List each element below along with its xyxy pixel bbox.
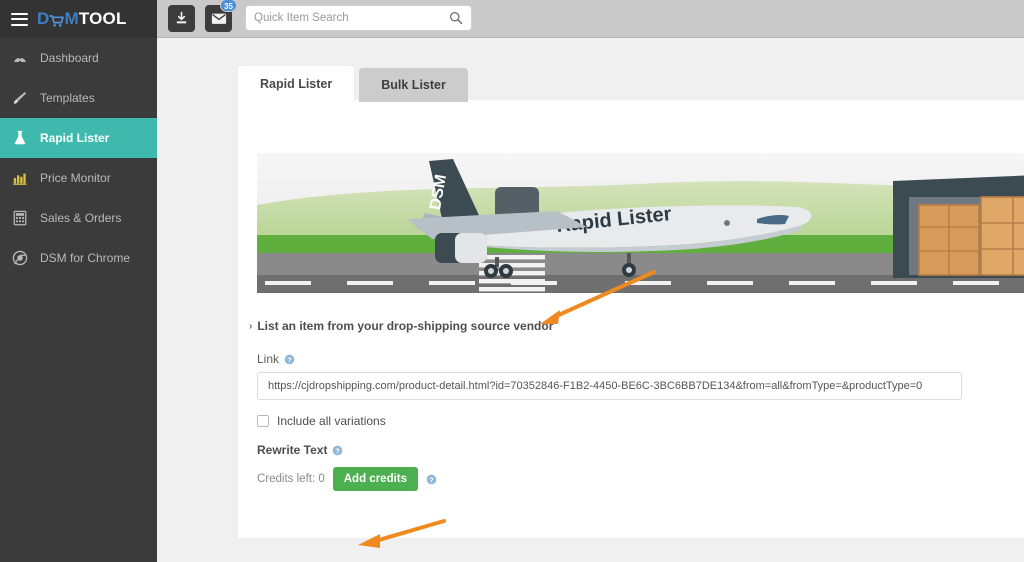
svg-text:?: ? (287, 355, 292, 364)
main-content-area: Rapid Lister Bulk Lister DSM Rapid Liste… (157, 38, 1024, 562)
quick-search-box[interactable] (245, 5, 472, 31)
rewrite-text-label: Rewrite Text (257, 443, 328, 457)
sidebar-item-label: Price Monitor (40, 171, 111, 185)
flask-icon (12, 130, 28, 146)
calculator-grid-icon (12, 210, 28, 226)
tab-label: Rapid Lister (260, 77, 333, 91)
rapid-lister-form: Link ? Include all variations Rewrite Te… (257, 352, 1017, 491)
credits-row: Credits left: 0 Add credits ? (257, 467, 1017, 491)
hamburger-menu-icon[interactable] (11, 12, 28, 26)
svg-text:?: ? (429, 475, 434, 484)
question-mark-circle-icon[interactable]: ? (426, 474, 437, 485)
messages-count-badge: 35 (220, 0, 237, 12)
sidebar-item-label: Dashboard (40, 51, 99, 65)
sidebar-item-templates[interactable]: Templates (0, 78, 157, 118)
tab-rapid-lister[interactable]: Rapid Lister (238, 66, 355, 102)
logo-letter-d: D (37, 9, 50, 28)
collapsible-section-label: List an item from your drop-shipping sou… (257, 319, 554, 333)
svg-text:?: ? (336, 446, 341, 455)
product-link-input[interactable] (257, 372, 962, 400)
lister-tabs: Rapid Lister Bulk Lister (238, 66, 468, 102)
tab-label: Bulk Lister (381, 78, 446, 92)
sidebar-navigation: Dashboard Templates Rapid Lister Price M… (0, 38, 157, 562)
sidebar-item-label: DSM for Chrome (40, 251, 131, 265)
top-header-bar: D M TOOL 35 Quick Item Search (0, 0, 1024, 38)
envelope-icon (211, 13, 226, 24)
sidebar-item-rapid-lister[interactable]: Rapid Lister (0, 118, 157, 158)
shopping-cart-icon (49, 12, 65, 27)
sidebar-item-label: Rapid Lister (40, 131, 110, 145)
bar-chart-icon (12, 170, 28, 186)
include-variations-label: Include all variations (277, 414, 386, 428)
header-messages-button[interactable]: 35 (205, 0, 237, 32)
link-label: Link (257, 352, 280, 366)
logo-area: D M TOOL (0, 0, 157, 38)
search-input[interactable] (254, 6, 444, 30)
chrome-circle-icon (12, 250, 28, 266)
collapsible-section-header[interactable]: › List an item from your drop-shipping s… (249, 319, 553, 333)
dashboard-gauge-icon (12, 50, 28, 66)
rewrite-text-row: Rewrite Text ? (257, 443, 1017, 457)
sidebar-item-dashboard[interactable]: Dashboard (0, 38, 157, 78)
rapid-lister-banner-illustration: DSM Rapid Lister (257, 153, 1024, 298)
include-variations-checkbox[interactable] (257, 415, 269, 427)
credits-left-label: Credits left: 0 (257, 473, 325, 485)
link-field-label-row: Link ? (257, 352, 1017, 366)
sidebar-item-label: Sales & Orders (40, 211, 122, 225)
logo-letter-m: M (64, 9, 79, 28)
chevron-right-icon: › (249, 320, 253, 332)
logo-word-tool: TOOL (78, 9, 127, 28)
application-window: D M TOOL 35 Quick Item Search Dashboard … (0, 0, 1024, 562)
question-mark-circle-icon[interactable]: ? (284, 354, 295, 365)
add-credits-button[interactable]: Add credits (332, 467, 419, 491)
sidebar-item-dsm-for-chrome[interactable]: DSM for Chrome (0, 238, 157, 278)
download-icon (176, 11, 187, 24)
question-mark-circle-icon[interactable]: ? (332, 445, 343, 456)
search-icon[interactable] (449, 11, 463, 30)
include-variations-row[interactable]: Include all variations (257, 414, 1017, 428)
rapid-lister-panel: DSM Rapid Lister › List an item from you… (238, 100, 1024, 538)
dsmtool-logo[interactable]: D M TOOL (37, 9, 127, 29)
sidebar-item-sales-orders[interactable]: Sales & Orders (0, 198, 157, 238)
sidebar-item-label: Templates (40, 91, 95, 105)
tab-bulk-lister[interactable]: Bulk Lister (359, 68, 468, 102)
header-import-button[interactable] (168, 5, 195, 32)
paintbrush-icon (12, 90, 28, 106)
sidebar-item-price-monitor[interactable]: Price Monitor (0, 158, 157, 198)
